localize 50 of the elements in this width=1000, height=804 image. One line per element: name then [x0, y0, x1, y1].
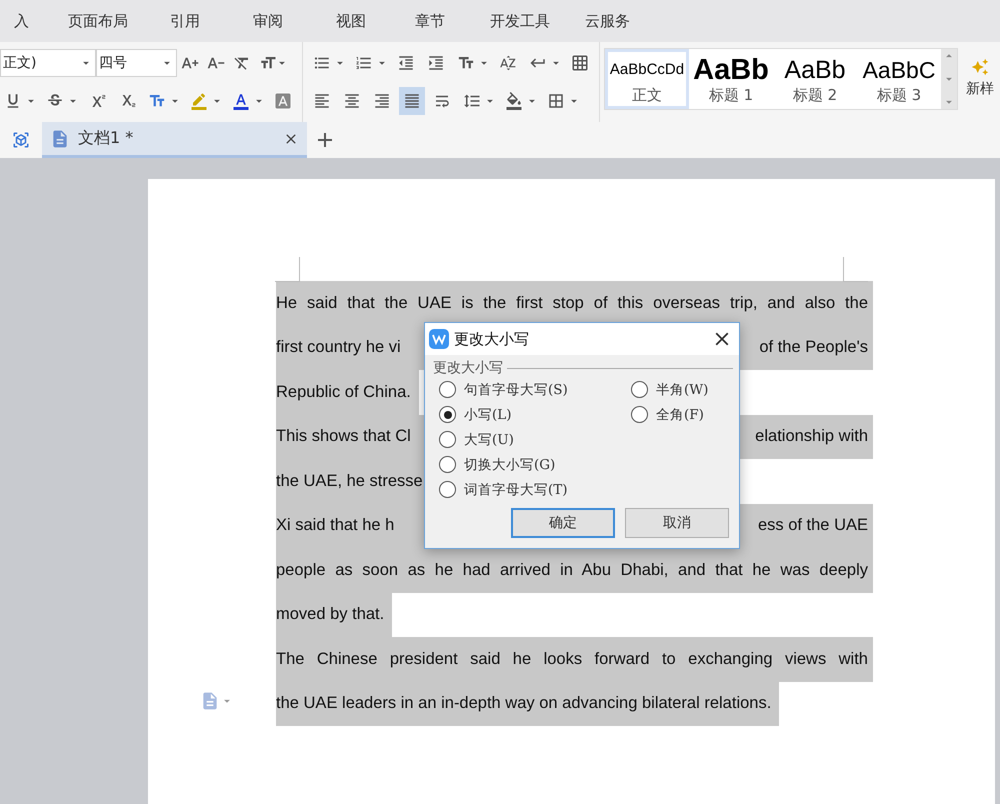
option-label[interactable]: 半角(W) — [656, 380, 708, 398]
document-text: This shows that Cl — [276, 427, 411, 446]
menu-item[interactable]: 章节 — [415, 12, 445, 30]
font-size-field[interactable]: 四号 — [96, 49, 177, 77]
style-option[interactable]: AaBb 标题 1 — [689, 49, 773, 109]
style-option[interactable]: AaBb 标题 2 — [773, 49, 857, 109]
radio-button[interactable] — [631, 406, 648, 423]
menu-item[interactable]: 页面布局 — [68, 12, 128, 30]
radio-button[interactable] — [631, 381, 648, 398]
menu-item[interactable]: 入 — [14, 12, 29, 30]
style-option[interactable]: AaBbCcDd 正文 — [605, 49, 689, 109]
document-text: Xi said that he h — [276, 516, 394, 536]
document-text: moved by that. — [276, 605, 384, 624]
radio-button[interactable] — [439, 381, 456, 398]
option-label[interactable]: 大写(U) — [464, 430, 514, 448]
document-text: the UAE, he stresse — [276, 472, 423, 491]
document-text: ess of the UAE — [758, 516, 868, 536]
document-tab[interactable]: 文档1 * — [42, 122, 307, 158]
align-icon[interactable] — [399, 87, 425, 115]
gallery-scrollbar[interactable] — [941, 49, 957, 109]
document-text: Republic of China. — [276, 382, 411, 402]
option-label[interactable]: 小写(L) — [464, 406, 512, 424]
document-text: He said that the UAE is the first stop of this overseas trip, and also the — [276, 294, 868, 313]
dialog-title: 更改大小写 — [454, 330, 530, 348]
cancel-button[interactable]: 取消 — [625, 508, 729, 538]
menu-item[interactable]: 视图 — [336, 12, 366, 30]
option-label[interactable]: 词首字母大写(T) — [464, 480, 568, 498]
menu-item[interactable]: 云服务 — [585, 12, 630, 30]
document-text: elationship with — [755, 427, 868, 446]
option-label[interactable]: 切换大小写(G) — [464, 456, 556, 474]
style-option[interactable]: AaBbC 标题 3 — [857, 49, 941, 109]
document-text: the UAE leaders in an in-depth way on advancing bilateral relations. — [276, 694, 772, 714]
new-style-label[interactable]: 新样 — [966, 80, 994, 98]
option-label[interactable]: 句首字母大写(S) — [464, 380, 568, 398]
menu-item[interactable]: 开发工具 — [490, 12, 550, 30]
document-text: The Chinese president said he looks forward to exchanging views with — [276, 650, 868, 669]
radio-button[interactable] — [439, 431, 456, 448]
document-text: people as soon as he had arrived in Abu Dhabi, and that he was deeply — [276, 560, 868, 580]
radio-button[interactable] — [439, 406, 456, 423]
radio-button[interactable] — [439, 456, 456, 473]
font-name-field[interactable]: 正文) — [0, 49, 96, 77]
menu-item[interactable]: 审阅 — [253, 12, 283, 30]
group-label: 更改大小写 — [433, 359, 503, 377]
app-logo-icon — [429, 329, 449, 349]
document-text: of the People's — [759, 338, 868, 358]
document-text: first country he vi — [276, 338, 401, 358]
menu-item[interactable]: 引用 — [170, 12, 200, 30]
radio-button[interactable] — [439, 481, 456, 498]
ok-button[interactable]: 确定 — [511, 508, 615, 538]
option-label[interactable]: 全角(F) — [656, 406, 704, 424]
